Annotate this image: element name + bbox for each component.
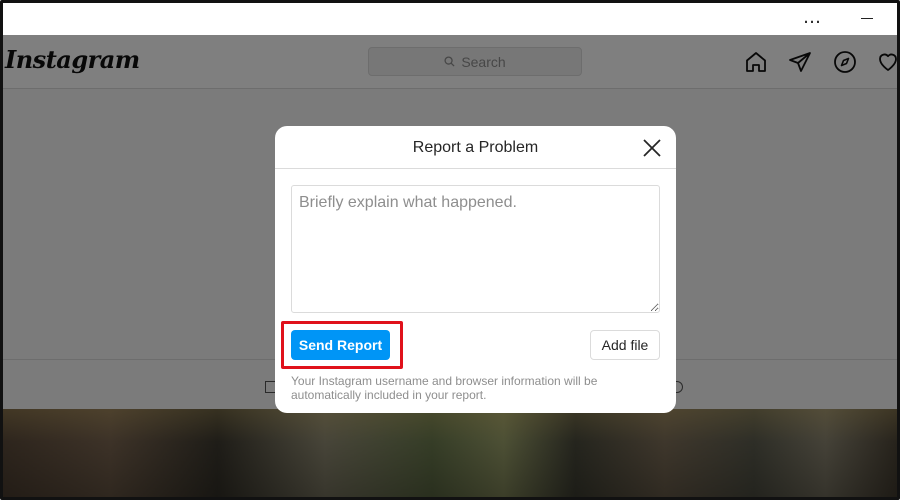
dialog-header: Report a Problem bbox=[275, 126, 676, 169]
minimize-icon[interactable] bbox=[861, 18, 873, 19]
add-file-button[interactable]: Add file bbox=[590, 330, 660, 360]
send-report-button[interactable]: Send Report bbox=[291, 330, 390, 360]
close-icon[interactable] bbox=[641, 137, 663, 159]
report-description-input[interactable] bbox=[291, 185, 660, 313]
window-titlebar: … bbox=[3, 3, 897, 35]
report-problem-dialog: Report a Problem Send Report Add file Yo… bbox=[275, 126, 676, 413]
report-info-text: Your Instagram username and browser info… bbox=[291, 374, 598, 402]
more-icon[interactable]: … bbox=[803, 7, 822, 28]
app-window: … Instagram Search bbox=[0, 0, 900, 500]
dialog-title: Report a Problem bbox=[412, 139, 539, 156]
